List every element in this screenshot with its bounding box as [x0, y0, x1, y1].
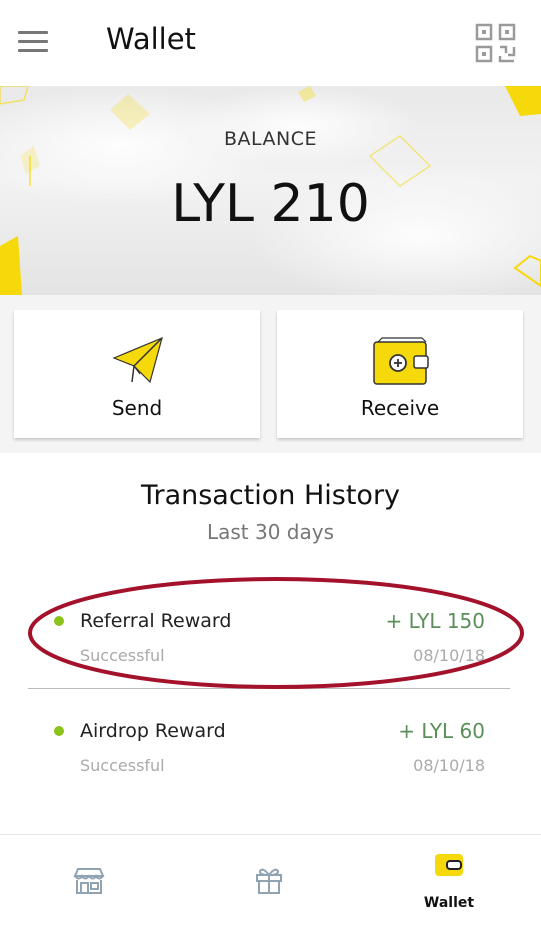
nav-gift[interactable] — [180, 835, 360, 926]
wallet-plus-icon — [373, 337, 429, 385]
balance-amount: LYL 210 — [171, 174, 370, 234]
send-button[interactable]: Send — [14, 310, 260, 438]
nav-wallet[interactable]: Wallet — [359, 835, 539, 926]
transaction-date: 08/10/18 — [413, 646, 485, 665]
hamburger-menu-icon[interactable] — [18, 31, 48, 53]
store-icon — [73, 868, 105, 894]
transaction-status: Successful — [80, 756, 165, 775]
transaction-history-title: Transaction History — [140, 480, 401, 511]
status-dot — [54, 726, 64, 736]
receive-label: Receive — [360, 396, 440, 420]
nav-wallet-label: Wallet — [423, 895, 475, 911]
send-label: Send — [111, 396, 163, 420]
page-title: Wallet — [106, 22, 196, 56]
status-dot — [54, 616, 64, 626]
balance-label: BALANCE — [223, 128, 318, 150]
transaction-date: 08/10/18 — [413, 756, 485, 775]
bottom-navigation: Wallet — [0, 834, 541, 926]
nav-store[interactable] — [0, 835, 180, 926]
gift-icon — [256, 868, 282, 894]
receive-button[interactable]: Receive — [277, 310, 523, 438]
transaction-history-subtitle: Last 30 days — [206, 520, 335, 544]
transaction-amount: + LYL 150 — [385, 609, 486, 633]
transaction-amount: + LYL 60 — [398, 719, 485, 743]
transaction-status: Successful — [80, 646, 165, 665]
transaction-name: Referral Reward — [80, 610, 232, 632]
paper-plane-icon — [112, 336, 163, 384]
transaction-divider — [28, 688, 510, 689]
app-header: Wallet — [0, 0, 541, 87]
qr-code-icon[interactable] — [474, 22, 518, 64]
transaction-item[interactable]: Referral Reward + LYL 150 Successful 08/… — [28, 604, 510, 694]
balance-banner: BALANCE LYL 210 — [0, 86, 541, 295]
actions-panel: Send Receive — [0, 295, 541, 453]
transaction-item[interactable]: Airdrop Reward + LYL 60 Successful 08/10… — [28, 714, 510, 804]
wallet-icon — [435, 854, 463, 876]
transaction-name: Airdrop Reward — [80, 720, 226, 742]
